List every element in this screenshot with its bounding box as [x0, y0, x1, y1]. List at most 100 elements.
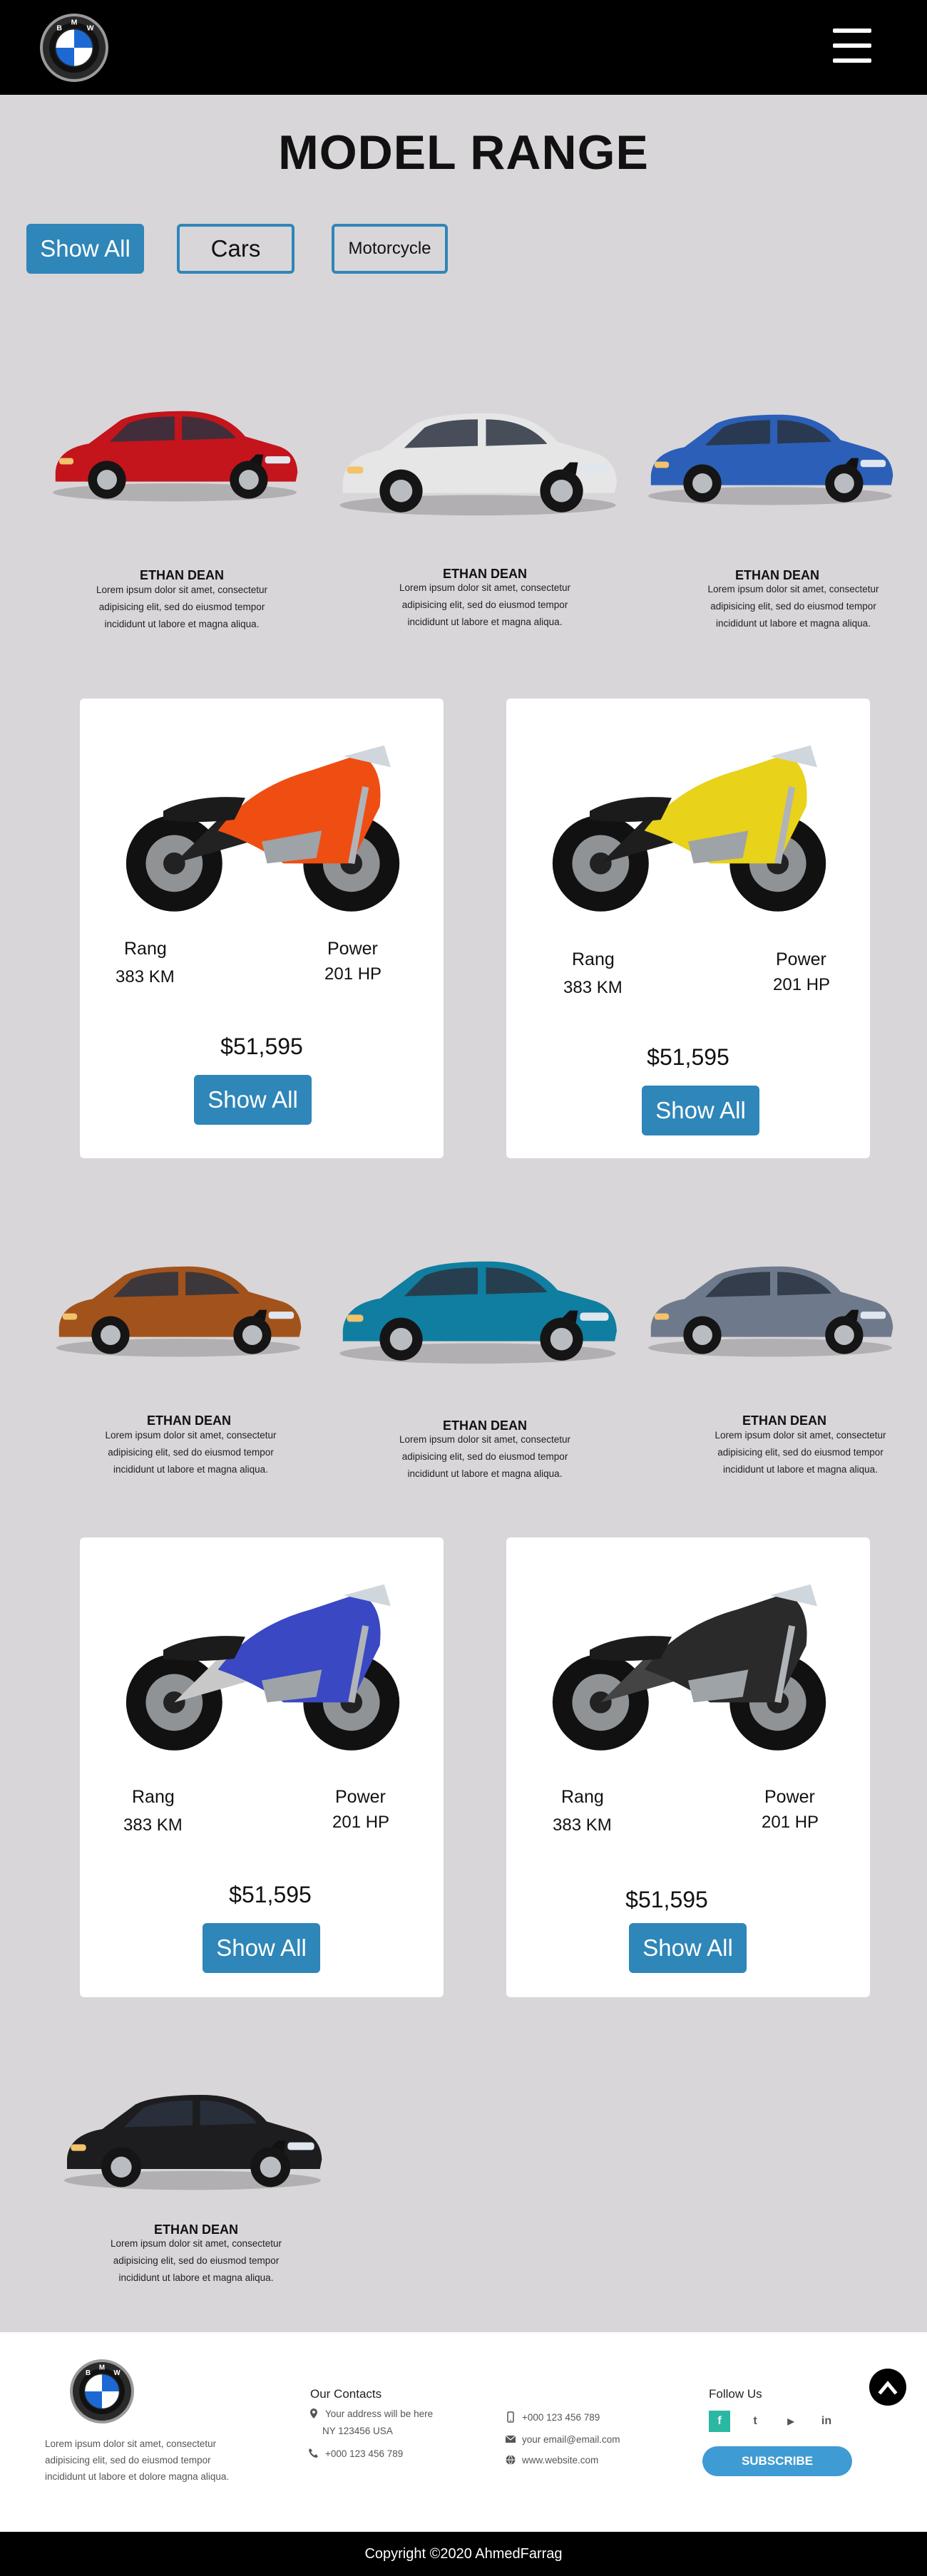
site-footer: B M W Lorem ipsum dolor sit amet, consec… [0, 2332, 927, 2532]
car-image [53, 411, 298, 502]
footer-about-text: Lorem ipsum dolor sit amet, consectetur … [45, 2438, 230, 2482]
car-description: Lorem ipsum dolor sit amet, consectetur … [399, 1434, 571, 1479]
filter-motorcycle-button[interactable]: Motorcycle [332, 224, 448, 274]
price: $51,595 [229, 1882, 312, 1907]
car-description: Lorem ipsum dolor sit amet, consectetur … [707, 584, 879, 629]
follow-heading: Follow Us [709, 2387, 762, 2401]
mobile-icon [507, 2411, 514, 2423]
car-description: Lorem ipsum dolor sit amet, consectetur … [110, 2238, 282, 2283]
car-description: Lorem ipsum dolor sit amet, consectetur … [399, 582, 571, 627]
chevron-up-icon [878, 2381, 898, 2395]
email-row[interactable]: your email@email.com [505, 2433, 620, 2445]
power-value: 201 HP [773, 975, 831, 994]
subscribe-button[interactable]: SUBSCRIBE [702, 2446, 852, 2476]
motorcycle-image [126, 745, 400, 912]
car-item[interactable]: ETHAN DEAN Lorem ipsum dolor sit amet, c… [631, 356, 916, 642]
page-title: MODEL RANGE [278, 125, 649, 180]
car-name: ETHAN DEAN [139, 568, 224, 582]
range-label: Rang [561, 1787, 604, 1807]
logo-letter-b: B [56, 24, 62, 32]
logo-letter-b: B [86, 2369, 91, 2377]
price: $51,595 [647, 1044, 729, 1070]
range-label: Rang [572, 949, 615, 969]
footer-bmw-logo[interactable]: B M W [70, 2359, 134, 2423]
car-item[interactable]: ETHAN DEAN Lorem ipsum dolor sit amet, c… [324, 1205, 638, 1490]
motorcycle-card: Rang 383 KM Power 201 HP $51,595 Show Al… [80, 699, 444, 1158]
motorcycle-card: Rang 383 KM Power 201 HP $51,595 Show Al… [506, 1537, 870, 1997]
car-image [648, 1266, 893, 1357]
car-description: Lorem ipsum dolor sit amet, consectetur … [96, 584, 268, 629]
bmw-roundel-icon: B M W [83, 2364, 121, 2410]
bmw-logo[interactable]: B M W [40, 14, 108, 82]
address-row: Your address will be here [308, 2408, 433, 2419]
envelope-icon [505, 2435, 516, 2443]
car-item[interactable]: ETHAN DEAN Lorem ipsum dolor sit amet, c… [43, 2039, 357, 2295]
email-text: your email@email.com [522, 2433, 620, 2445]
show-all-button[interactable]: Show All [629, 1923, 747, 1973]
motorcycle-card: Rang 383 KM Power 201 HP $51,595 Show Al… [506, 699, 870, 1158]
range-label: Rang [124, 939, 167, 959]
car-name: ETHAN DEAN [146, 1413, 231, 1428]
range-value: 383 KM [116, 967, 175, 986]
phone-row[interactable]: +000 123 456 789 [308, 2448, 403, 2459]
motorcycle-image [552, 1584, 826, 1751]
phone-icon [309, 2448, 318, 2458]
power-label: Power [776, 949, 826, 969]
car-item[interactable]: ETHAN DEAN Lorem ipsum dolor sit amet, c… [631, 1212, 916, 1497]
car-image [339, 1261, 617, 1364]
logo-letter-w: W [113, 2369, 121, 2377]
bmw-roundel-icon: B M W [54, 18, 94, 68]
power-value: 201 HP [332, 1813, 390, 1832]
map-pin-icon [310, 2408, 317, 2418]
motorcycle-image [552, 745, 826, 912]
copyright-bar: Copyright ©2020 AhmedFarrag [0, 2532, 927, 2576]
power-value: 201 HP [762, 1813, 819, 1832]
motorcycle-card: Rang 383 KM Power 201 HP $51,595 Show Al… [80, 1537, 444, 1997]
facebook-icon[interactable]: f [709, 2411, 730, 2432]
address-line1: Your address will be here [325, 2408, 434, 2419]
filter-show-all-button[interactable]: Show All [26, 224, 144, 274]
car-name: ETHAN DEAN [742, 1413, 826, 1428]
car-item[interactable]: ETHAN DEAN Lorem ipsum dolor sit amet, c… [32, 356, 346, 642]
website-row[interactable]: www.website.com [505, 2454, 598, 2466]
menu-icon[interactable] [833, 29, 871, 63]
car-image [339, 413, 617, 516]
car-image [648, 414, 893, 505]
show-all-button[interactable]: Show All [194, 1075, 312, 1125]
mobile-text: +000 123 456 789 [522, 2411, 600, 2423]
range-value: 383 KM [553, 1815, 612, 1835]
price: $51,595 [625, 1887, 708, 1912]
logo-letter-m: M [99, 2364, 105, 2372]
filter-cars-button[interactable]: Cars [177, 224, 295, 274]
car-item[interactable]: ETHAN DEAN Lorem ipsum dolor sit amet, c… [32, 1212, 346, 1497]
address-line2: NY 123456 USA [322, 2426, 393, 2436]
globe-icon [506, 2455, 516, 2465]
price: $51,595 [220, 1034, 303, 1059]
range-value: 383 KM [563, 978, 623, 997]
youtube-icon[interactable]: ▶ [780, 2411, 801, 2432]
logo-letter-w: W [87, 24, 94, 32]
power-label: Power [764, 1787, 815, 1807]
contacts-heading: Our Contacts [310, 2387, 382, 2401]
car-description: Lorem ipsum dolor sit amet, consectetur … [105, 1430, 277, 1475]
range-value: 383 KM [123, 1815, 183, 1835]
show-all-button[interactable]: Show All [642, 1086, 759, 1135]
twitter-icon[interactable]: t [744, 2411, 766, 2432]
copyright-text: Copyright ©2020 AhmedFarrag [364, 2545, 563, 2562]
power-label: Power [327, 939, 378, 959]
range-label: Rang [132, 1787, 175, 1807]
power-value: 201 HP [324, 964, 382, 984]
car-item[interactable]: ETHAN DEAN Lorem ipsum dolor sit amet, c… [324, 356, 638, 642]
car-image [64, 2095, 322, 2190]
car-description: Lorem ipsum dolor sit amet, consectetur … [715, 1430, 886, 1475]
mobile-row[interactable]: +000 123 456 789 [505, 2411, 600, 2423]
show-all-button[interactable]: Show All [203, 1923, 320, 1973]
power-label: Power [335, 1787, 386, 1807]
linkedin-icon[interactable]: in [816, 2411, 837, 2432]
site-header: B M W [0, 0, 927, 95]
logo-letter-m: M [71, 18, 78, 26]
motorcycle-image [126, 1584, 400, 1751]
phone-text: +000 123 456 789 [325, 2448, 404, 2459]
car-image [56, 1266, 302, 1357]
scroll-to-top-button[interactable] [869, 2369, 906, 2406]
